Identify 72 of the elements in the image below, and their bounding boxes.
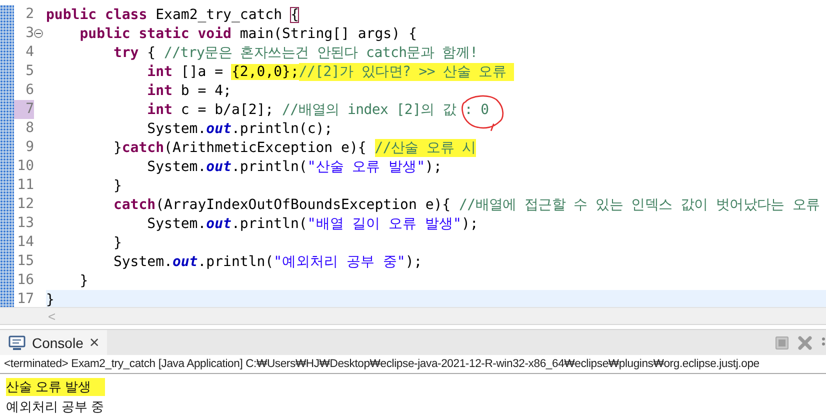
code-text: .println( — [231, 216, 308, 232]
console-status: <terminated> Exam2_try_catch [Java Application] C:₩Users₩HJ₩Desktop₩eclipse-java-2021-12-R-win32-x86_64₩eclipse₩plugins₩org.eclipse.justj.ope — [0, 355, 826, 374]
remove-icon[interactable] — [797, 334, 813, 350]
code-comment: //배열의 index [2]의 값 — [282, 100, 458, 118]
stop-icon[interactable] — [775, 336, 789, 350]
line-number: 5 — [24, 62, 34, 81]
line-number: 7 — [14, 100, 34, 119]
field-name: out — [206, 120, 232, 136]
code-text: } — [113, 140, 122, 156]
field-name: out — [206, 158, 232, 174]
highlighted-comment: //산술 오류 시 — [374, 138, 476, 156]
line-number: 2 — [24, 5, 34, 24]
line-number: 11 — [16, 176, 34, 195]
code-text: c = b/a[2]; — [180, 102, 275, 118]
line-number: 9 — [24, 138, 34, 157]
code-keyword: int — [147, 82, 172, 98]
code-text: } — [80, 272, 88, 288]
line-number: 10 — [16, 157, 34, 176]
code-comment: : 0 — [464, 102, 489, 118]
code-text: .println(c); — [231, 120, 333, 136]
line-number: 12 — [16, 195, 34, 214]
line-number: 17 — [16, 290, 34, 308]
line-number: 14 — [16, 233, 34, 252]
code-keyword: public — [46, 6, 97, 22]
line-number: 3 — [24, 24, 34, 43]
string-literal: "산술 오류 발생" — [307, 158, 426, 176]
code-keyword: int — [147, 102, 172, 118]
console-tab[interactable]: Console × — [0, 330, 108, 355]
code-text: { — [147, 44, 157, 60]
code-keyword: try — [113, 44, 139, 60]
highlighted-comment: //[2]가 있다면? >> 산술 오류 — [298, 62, 514, 80]
line-number: 4 — [24, 43, 34, 62]
string-literal: "배열 길이 오류 발생" — [307, 214, 462, 232]
code-text: ); — [425, 158, 442, 174]
code-text: System. — [147, 120, 206, 136]
collapse-icon[interactable] — [34, 29, 43, 38]
code-text: System. — [147, 216, 206, 232]
code-keyword: catch — [122, 140, 164, 156]
code-text: ); — [405, 254, 422, 270]
code-keyword: int — [147, 64, 172, 80]
highlighted-code: {2,0,0}; — [231, 64, 299, 80]
matched-bracket: { — [290, 6, 299, 22]
code-comment: //try문은 혼자쓰는건 안된다 catch문과 함께! — [164, 44, 478, 62]
code-text: ); — [461, 216, 478, 232]
code-keyword: class — [105, 6, 148, 22]
line-number: 6 — [24, 81, 34, 100]
console-output-line: 예외처리 공부 중 — [6, 398, 104, 416]
code-text: main(String[] args) { — [240, 26, 417, 42]
field-name: out — [206, 216, 232, 232]
line-number: 15 — [16, 252, 34, 271]
code-keyword: catch — [113, 196, 156, 212]
code-text: []a = — [180, 64, 224, 80]
line-number: 13 — [16, 214, 34, 233]
code-text: System. — [113, 254, 172, 270]
code-text: (ArithmeticException e){ — [164, 140, 366, 156]
code-text: System. — [147, 158, 206, 174]
code-text: .println( — [231, 158, 308, 174]
code-comment: //배열에 접근할 수 있는 인덱스 값이 벗어났다는 오류 — [459, 196, 820, 214]
string-literal: "예외처리 공부 중" — [274, 252, 406, 270]
code-text: Exam2_try_catch — [156, 6, 284, 22]
code-text: } — [46, 292, 54, 308]
code-text: } — [113, 234, 122, 250]
code-text: .println( — [198, 254, 274, 270]
code-text: } — [113, 178, 122, 194]
field-name: out — [172, 254, 198, 270]
line-number: 16 — [16, 271, 34, 290]
code-keyword: public static void — [80, 26, 232, 42]
close-button[interactable]: × — [89, 332, 100, 352]
monitor-icon — [8, 334, 26, 350]
code-text: (ArrayIndexOutOfBoundsException e){ — [156, 196, 452, 212]
line-number: 8 — [24, 119, 34, 138]
code-text: b = 4; — [180, 82, 232, 98]
